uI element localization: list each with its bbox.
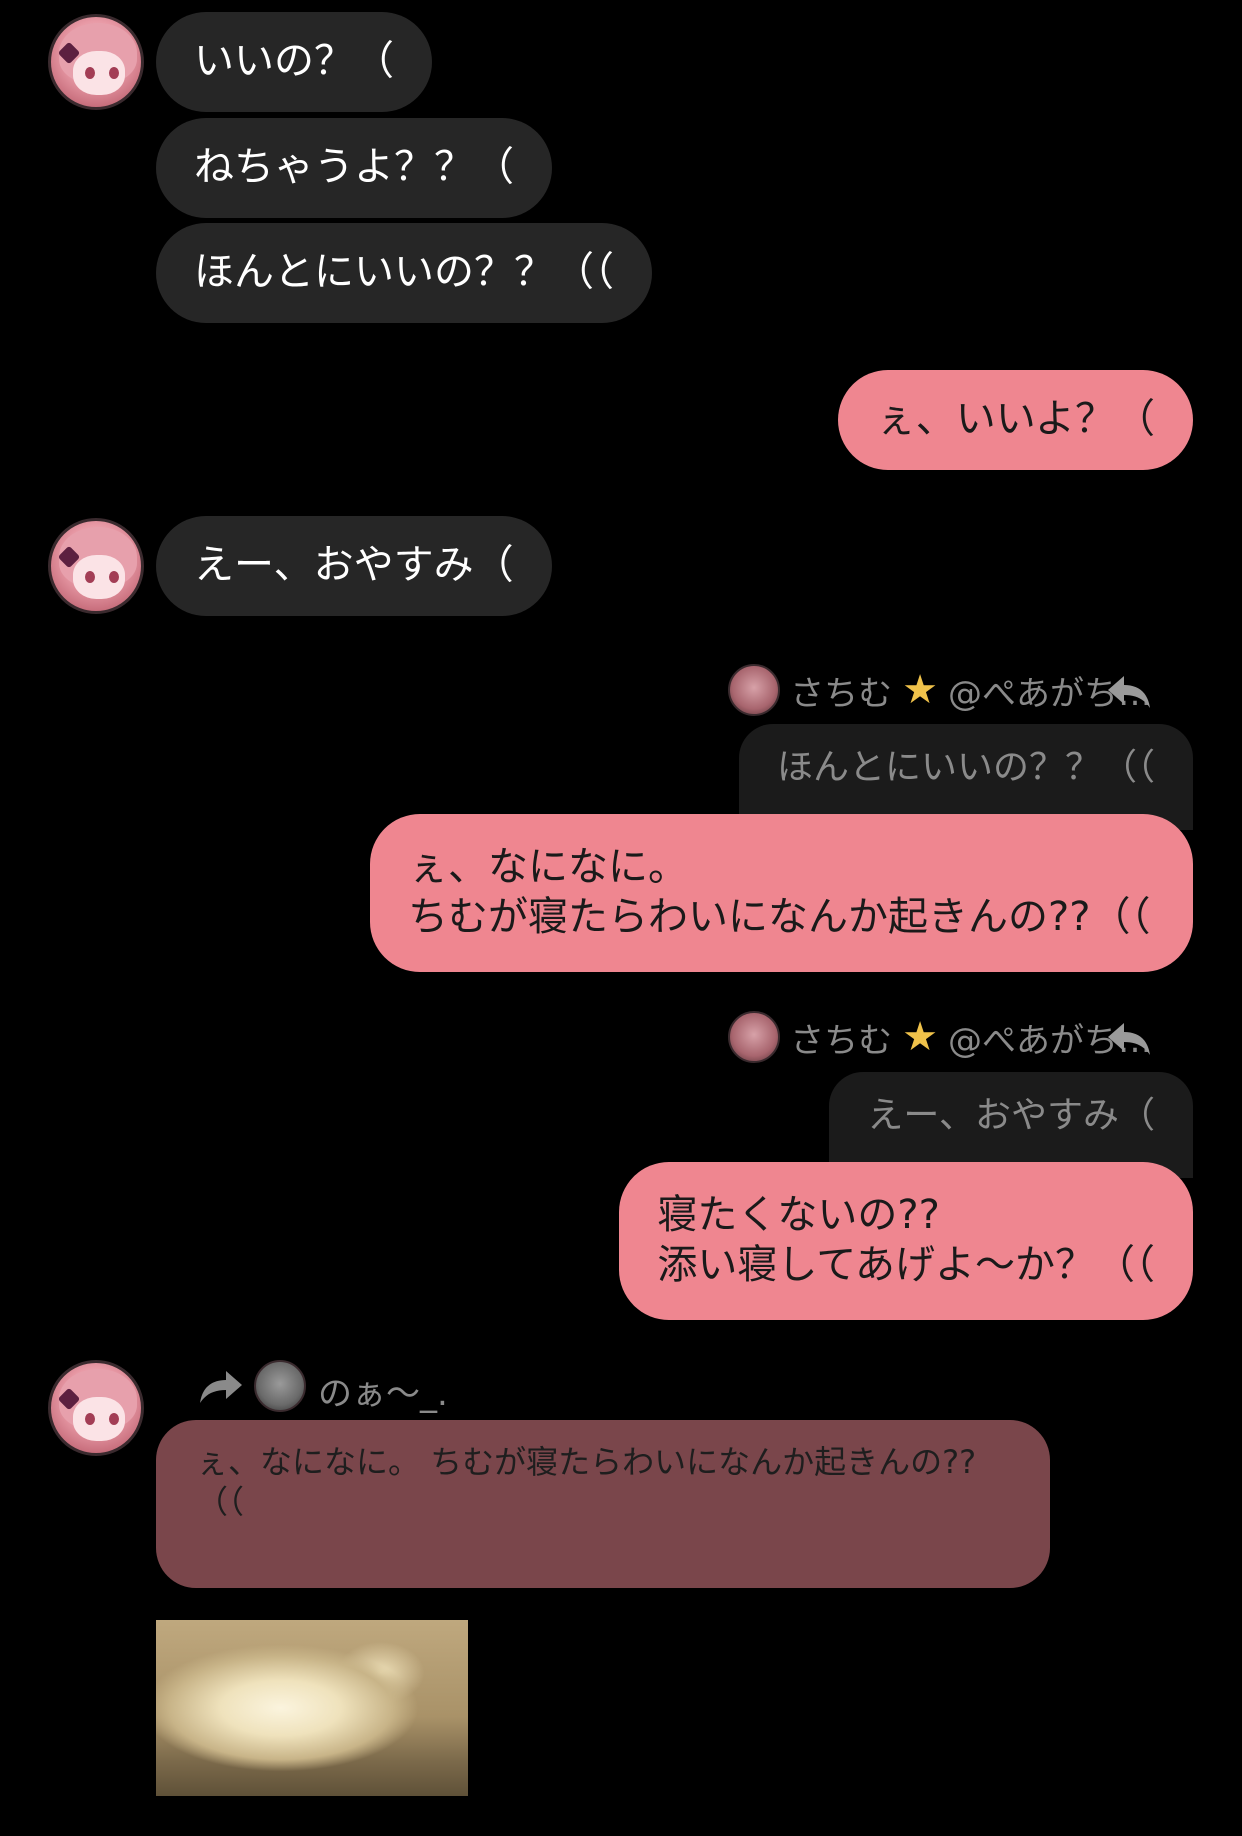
message-line: 寝たくないの??: [657, 1192, 940, 1238]
contact-avatar[interactable]: [48, 518, 144, 614]
forward-arrow-icon: [200, 1371, 242, 1403]
incoming-message[interactable]: ねちゃうよ？？（: [156, 118, 552, 218]
replied-user-name: さちむ: [790, 673, 893, 714]
message-line: 添い寝してあげよ～か？（（: [657, 1242, 1155, 1288]
outgoing-message[interactable]: ぇ、いいよ？（: [837, 370, 1193, 470]
forwarded-user-avatar: [254, 1360, 306, 1412]
star-icon: ★: [902, 667, 938, 713]
incoming-message[interactable]: ほんとにいいの？？（（: [156, 223, 652, 323]
reply-arrow-icon: [1108, 1023, 1150, 1055]
forwarded-message[interactable]: ぇ、なになに。 ちむが寝たらわいになんか起きんの??（（: [156, 1420, 1050, 1588]
contact-avatar[interactable]: [48, 14, 144, 110]
incoming-message[interactable]: いいの？（: [156, 12, 432, 112]
message-line: ちむが寝たらわいになんか起きんの??（（: [408, 894, 1151, 940]
contact-avatar[interactable]: [48, 1360, 144, 1456]
reply-header: さちむ ★ @ぺあがち…: [728, 664, 1152, 716]
message-line: ぇ、なになに。: [408, 844, 688, 890]
reply-header: さちむ ★ @ぺあがち…: [728, 1011, 1152, 1063]
image-attachment[interactable]: [156, 1620, 468, 1796]
replied-user-name: さちむ: [790, 1020, 893, 1061]
replied-user-avatar: [728, 1011, 781, 1063]
outgoing-reply-message[interactable]: ぇ、なになに。 ちむが寝たらわいになんか起きんの??（（: [370, 814, 1193, 972]
replied-user-avatar: [728, 664, 781, 716]
star-icon: ★: [902, 1014, 938, 1060]
reply-arrow-icon: [1108, 676, 1150, 708]
incoming-message[interactable]: えー、おやすみ（: [156, 516, 552, 616]
forwarded-user-name: のぁ～_.: [318, 1374, 448, 1414]
outgoing-reply-message[interactable]: 寝たくないの?? 添い寝してあげよ～か？（（: [619, 1162, 1193, 1320]
